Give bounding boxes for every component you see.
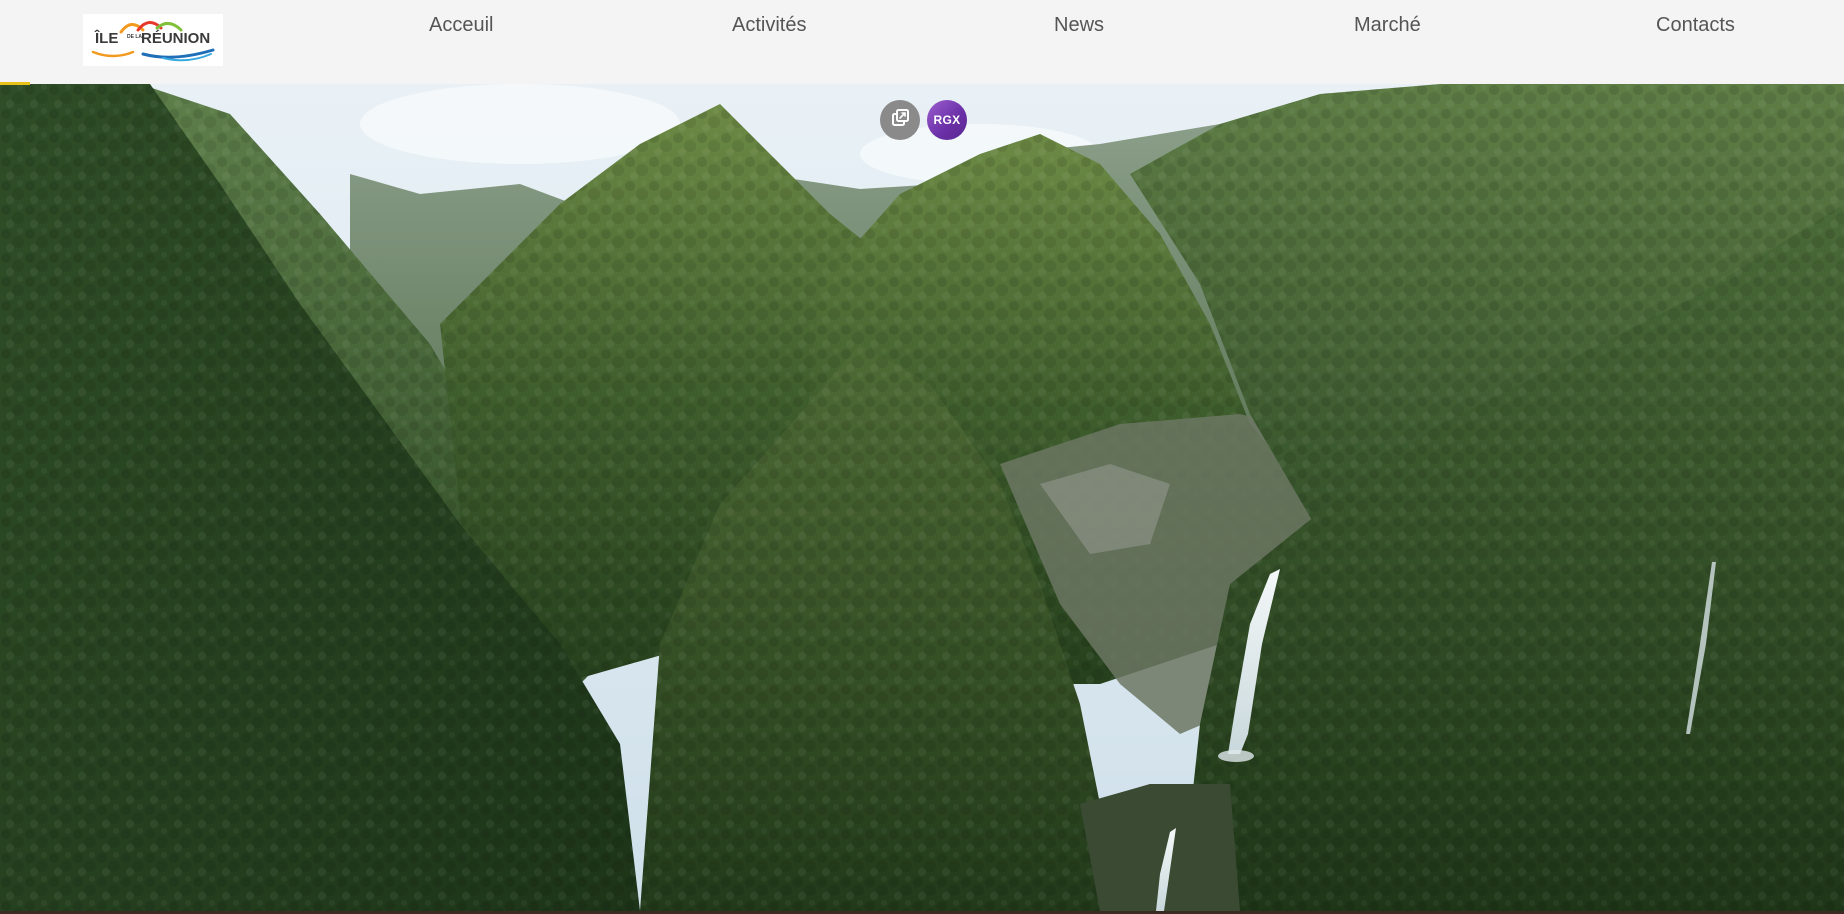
logo-text-reunion: RÉUNION <box>141 30 210 47</box>
nav-link-acceuil[interactable]: Acceuil <box>429 14 493 37</box>
popout-window-button[interactable] <box>880 100 920 140</box>
landscape-illustration <box>0 84 1844 911</box>
nav-link-marche[interactable]: Marché <box>1354 14 1421 37</box>
external-window-icon <box>890 108 910 133</box>
nav-link-contacts[interactable]: Contacts <box>1656 14 1735 37</box>
ile-de-la-reunion-logo[interactable]: ÎLE DE LA RÉUNION <box>83 14 223 66</box>
logo-text-ile: ÎLE <box>94 29 118 47</box>
logo-graphic: ÎLE DE LA RÉUNION <box>91 21 215 62</box>
rgx-label: RGX <box>933 113 961 127</box>
nav-link-activites[interactable]: Activités <box>732 14 806 37</box>
active-indicator <box>0 82 30 85</box>
hero-landscape-image <box>0 84 1844 911</box>
site-header: ÎLE DE LA RÉUNION Acceuil Activités News… <box>0 0 1844 84</box>
nav-link-news[interactable]: News <box>1054 14 1104 37</box>
rgx-button[interactable]: RGX <box>927 100 967 140</box>
